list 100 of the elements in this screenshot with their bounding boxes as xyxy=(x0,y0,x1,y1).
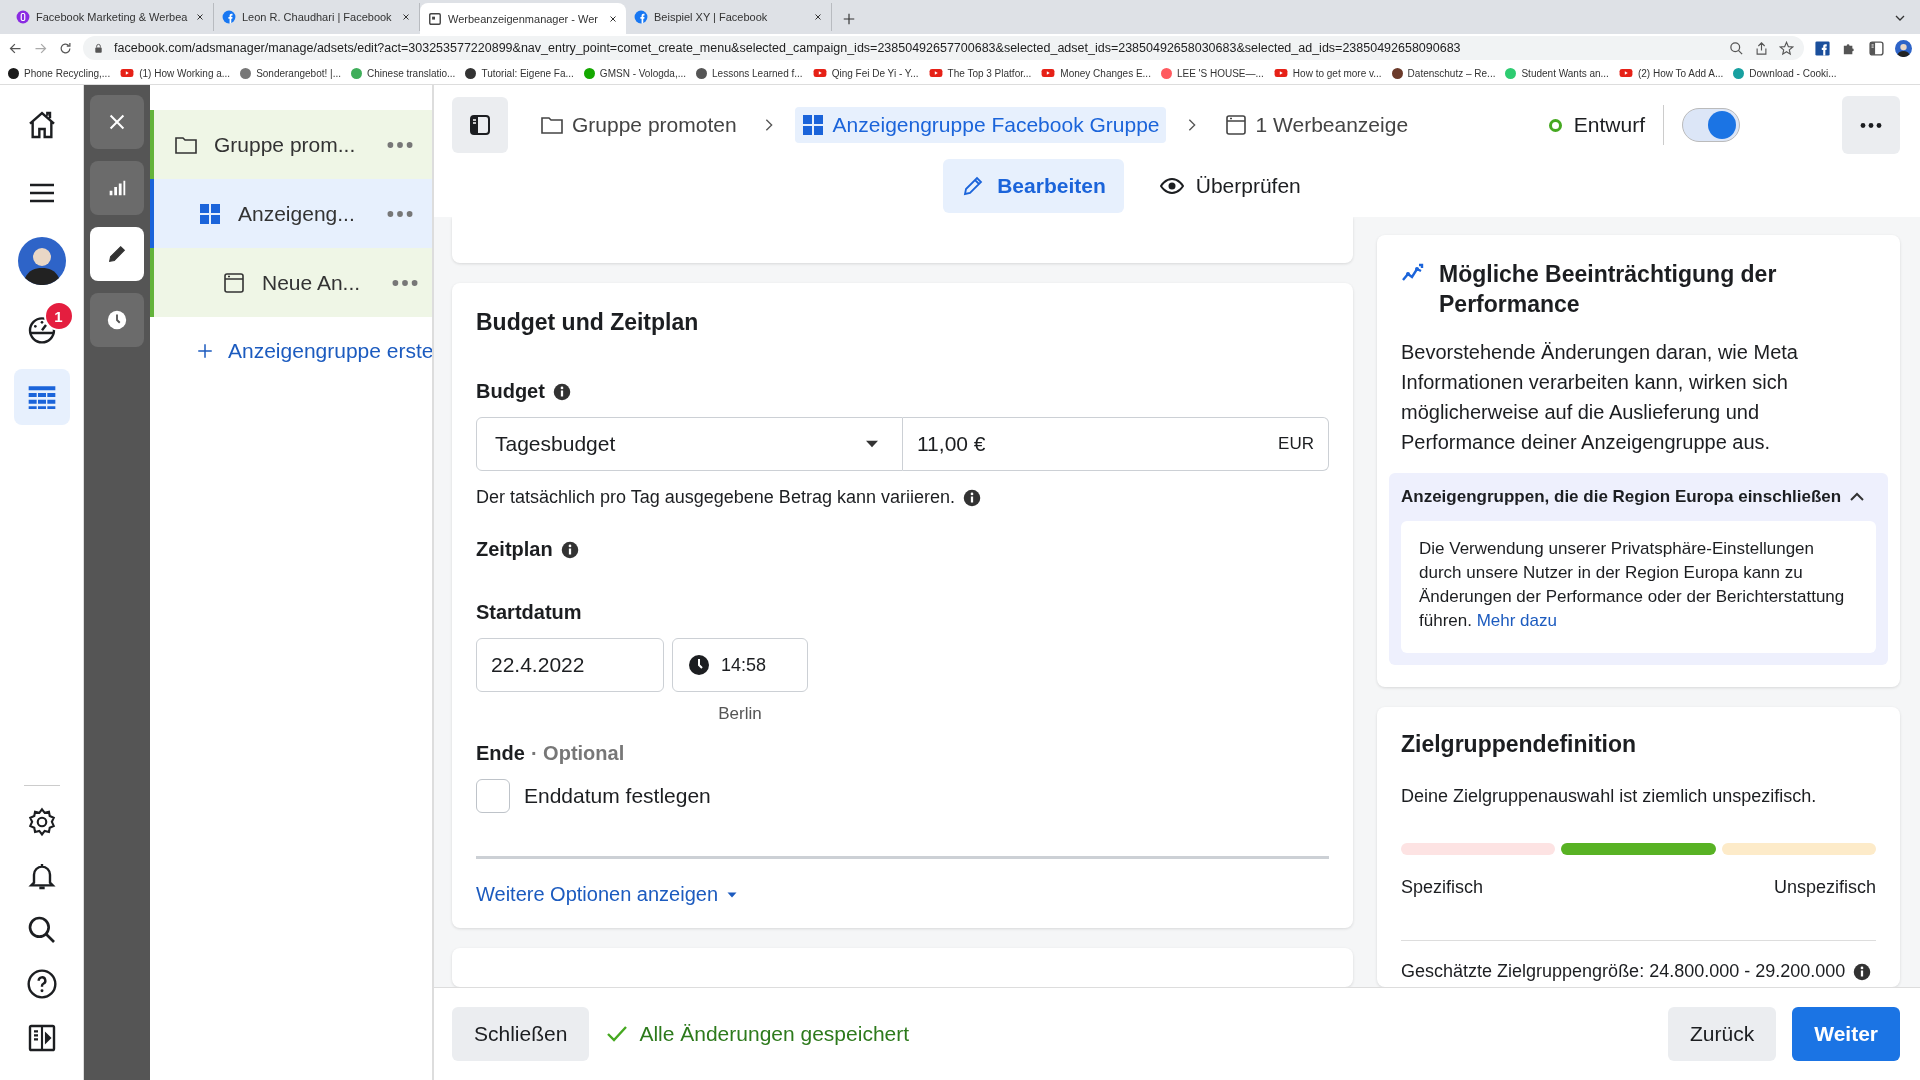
notice-text: Die Verwendung unserer Privatsphäre-Einstellungen durch unsere Nutzer in der Region Europa kann zu Änderungen der Performance oder der Berichterstattung führen. Mehr dazu xyxy=(1401,521,1876,653)
plus-icon xyxy=(196,342,214,360)
bookmark-title: Student Wants an... xyxy=(1521,67,1609,79)
video-icon xyxy=(1273,66,1288,80)
tab-title: Leon R. Chaudhari | Facebook xyxy=(242,11,393,23)
close-icon[interactable] xyxy=(813,12,823,22)
budget-type-dropdown[interactable]: Tagesbudget xyxy=(476,417,903,471)
create-link[interactable]: Anzeigengruppe erste xyxy=(150,317,432,363)
grid-icon xyxy=(198,201,222,226)
bookmark[interactable]: Qing Fei De Yi - Y... xyxy=(812,66,919,80)
more-icon[interactable] xyxy=(386,210,413,217)
video-icon xyxy=(120,66,135,80)
bookmark[interactable]: GMSN - Vologda,... xyxy=(583,67,686,79)
bookmark[interactable]: Money Changes E... xyxy=(1041,66,1151,80)
bookmark-title: Phone Recycling,... xyxy=(24,67,111,79)
dropdown-value: Tagesbudget xyxy=(495,432,616,456)
address-bar[interactable] xyxy=(83,36,1804,60)
close-button[interactable]: Schließen xyxy=(452,1007,590,1061)
bookmark[interactable]: Phone Recycling,... xyxy=(8,67,111,79)
bookmark-title: Qing Fei De Yi - Y... xyxy=(831,67,919,79)
star-icon[interactable] xyxy=(1779,40,1794,56)
info-icon xyxy=(552,382,571,401)
close-icon[interactable] xyxy=(401,12,411,22)
notice-header[interactable]: Anzeigengruppen, die die Region Europa einschließen xyxy=(1401,473,1876,521)
close-icon[interactable] xyxy=(608,13,618,24)
checkbox[interactable] xyxy=(476,779,510,813)
tool-button[interactable] xyxy=(90,161,144,215)
video-icon xyxy=(1618,66,1633,80)
help-icon xyxy=(25,968,58,1000)
facebook-icon[interactable] xyxy=(1814,39,1831,57)
bookmark[interactable]: Download - Cooki... xyxy=(1733,67,1837,79)
avatar-icon xyxy=(17,237,66,285)
tab[interactable]: Überprüfen xyxy=(1141,159,1319,213)
browser-tab[interactable]: Beispiel XY | Facebook xyxy=(626,3,832,31)
close-icon[interactable] xyxy=(195,12,205,22)
new-tab-icon[interactable] xyxy=(842,12,856,26)
tab-title: Facebook Marketing & Werbea xyxy=(36,11,189,23)
bookmark[interactable]: The Top 3 Platfor... xyxy=(928,66,1032,80)
tree-label: Neue An... xyxy=(262,270,361,295)
currency-label: EUR xyxy=(1278,434,1314,454)
bookmark[interactable]: Sonderangebot! |... xyxy=(240,67,341,79)
back-button[interactable]: Zurück xyxy=(1668,1007,1777,1061)
facebook-icon xyxy=(634,10,648,24)
time-field[interactable]: 14:58 xyxy=(672,638,808,692)
tree-item[interactable]: Anzeigeng... xyxy=(150,179,432,248)
bookmark[interactable]: How to get more v... xyxy=(1273,66,1382,80)
tree-item[interactable]: Gruppe prom... xyxy=(150,110,432,179)
breadcrumb[interactable]: Gruppe promoten xyxy=(534,107,743,143)
sidebar-toggle-icon[interactable] xyxy=(452,97,508,153)
more-icon[interactable] xyxy=(392,279,419,286)
bookmark[interactable]: Datenschutz – Re... xyxy=(1391,67,1496,79)
breadcrumb[interactable]: 1 Werbeanzeige xyxy=(1217,107,1415,143)
bookmark[interactable]: Student Wants an... xyxy=(1505,67,1609,79)
browser-tab[interactable]: Werbeanzeigenmanager - Wer xyxy=(420,3,626,34)
bookmark-title: Money Changes E... xyxy=(1060,67,1151,79)
breadcrumb[interactable]: Anzeigengruppe Facebook Gruppe xyxy=(794,107,1166,143)
tree-label: Anzeigeng... xyxy=(238,201,355,226)
bookmark-title: GMSN - Vologda,... xyxy=(599,67,686,79)
scale-label: Spezifisch xyxy=(1401,877,1484,898)
tab[interactable]: Bearbeiten xyxy=(943,159,1124,213)
bookmark-title: (1) How Working a... xyxy=(139,67,231,79)
video-icon xyxy=(1041,66,1056,80)
card-text: Bevorstehende Änderungen daran, wie Meta Informationen verarbeiten kann, wirken sich möglicherweise auf die Auslieferung und Performance deiner Anzeigengruppe aus. xyxy=(1401,340,1799,455)
video-icon xyxy=(812,66,827,80)
learn-more-link[interactable]: Mehr dazu xyxy=(1476,611,1557,630)
audience-size-text: Geschätzte Zielgruppengröße: 24.800.000 - 29.200.000 xyxy=(1401,961,1846,982)
amount-field[interactable]: 11,00 € EUR xyxy=(903,417,1329,471)
bookmark[interactable]: LEE 'S HOUSE—... xyxy=(1160,67,1264,79)
avatar-icon[interactable] xyxy=(1895,39,1912,57)
more-icon[interactable] xyxy=(387,141,414,148)
create-link-label: Anzeigengruppe erste xyxy=(228,339,432,363)
info-icon xyxy=(962,488,981,507)
zoom-icon[interactable] xyxy=(1729,40,1744,56)
bookmark[interactable]: (1) How Working a... xyxy=(120,66,231,80)
reload-icon[interactable] xyxy=(58,40,73,56)
sidebar-icon[interactable] xyxy=(1868,39,1885,57)
status-label: Entwurf xyxy=(1573,113,1645,137)
date-field[interactable]: 22.4.2022 xyxy=(476,638,664,692)
bookmark-title: How to get more v... xyxy=(1292,67,1382,79)
next-button[interactable]: Weiter xyxy=(1792,1007,1900,1061)
video-icon xyxy=(928,66,943,80)
field-label: Startdatum xyxy=(476,601,583,624)
share-icon[interactable] xyxy=(1754,40,1769,56)
bookmark-title: Download - Cooki... xyxy=(1749,67,1837,79)
tree-item[interactable]: Neue An... xyxy=(150,248,432,317)
info-icon xyxy=(560,540,579,559)
tree-label: Gruppe prom... xyxy=(214,132,356,157)
more-icon xyxy=(1860,122,1882,128)
toggle-switch[interactable] xyxy=(1682,108,1740,142)
pencil-icon xyxy=(106,243,128,265)
browser-tab[interactable]: Facebook Marketing & Werbea xyxy=(8,3,214,31)
bookmark[interactable]: (2) How To Add A... xyxy=(1618,66,1724,80)
clock-icon xyxy=(687,653,711,677)
field-label: Ende xyxy=(476,742,525,765)
tool-button[interactable] xyxy=(90,293,144,347)
tool-button[interactable] xyxy=(90,227,144,281)
bookmark-title: Sonderangebot! |... xyxy=(256,67,341,79)
bookmark-title: Datenschutz – Re... xyxy=(1407,67,1496,79)
bookmark[interactable]: Chinese translatio... xyxy=(351,67,456,79)
card-title: Mögliche Beeinträchtigung der Performance xyxy=(1439,260,1778,319)
